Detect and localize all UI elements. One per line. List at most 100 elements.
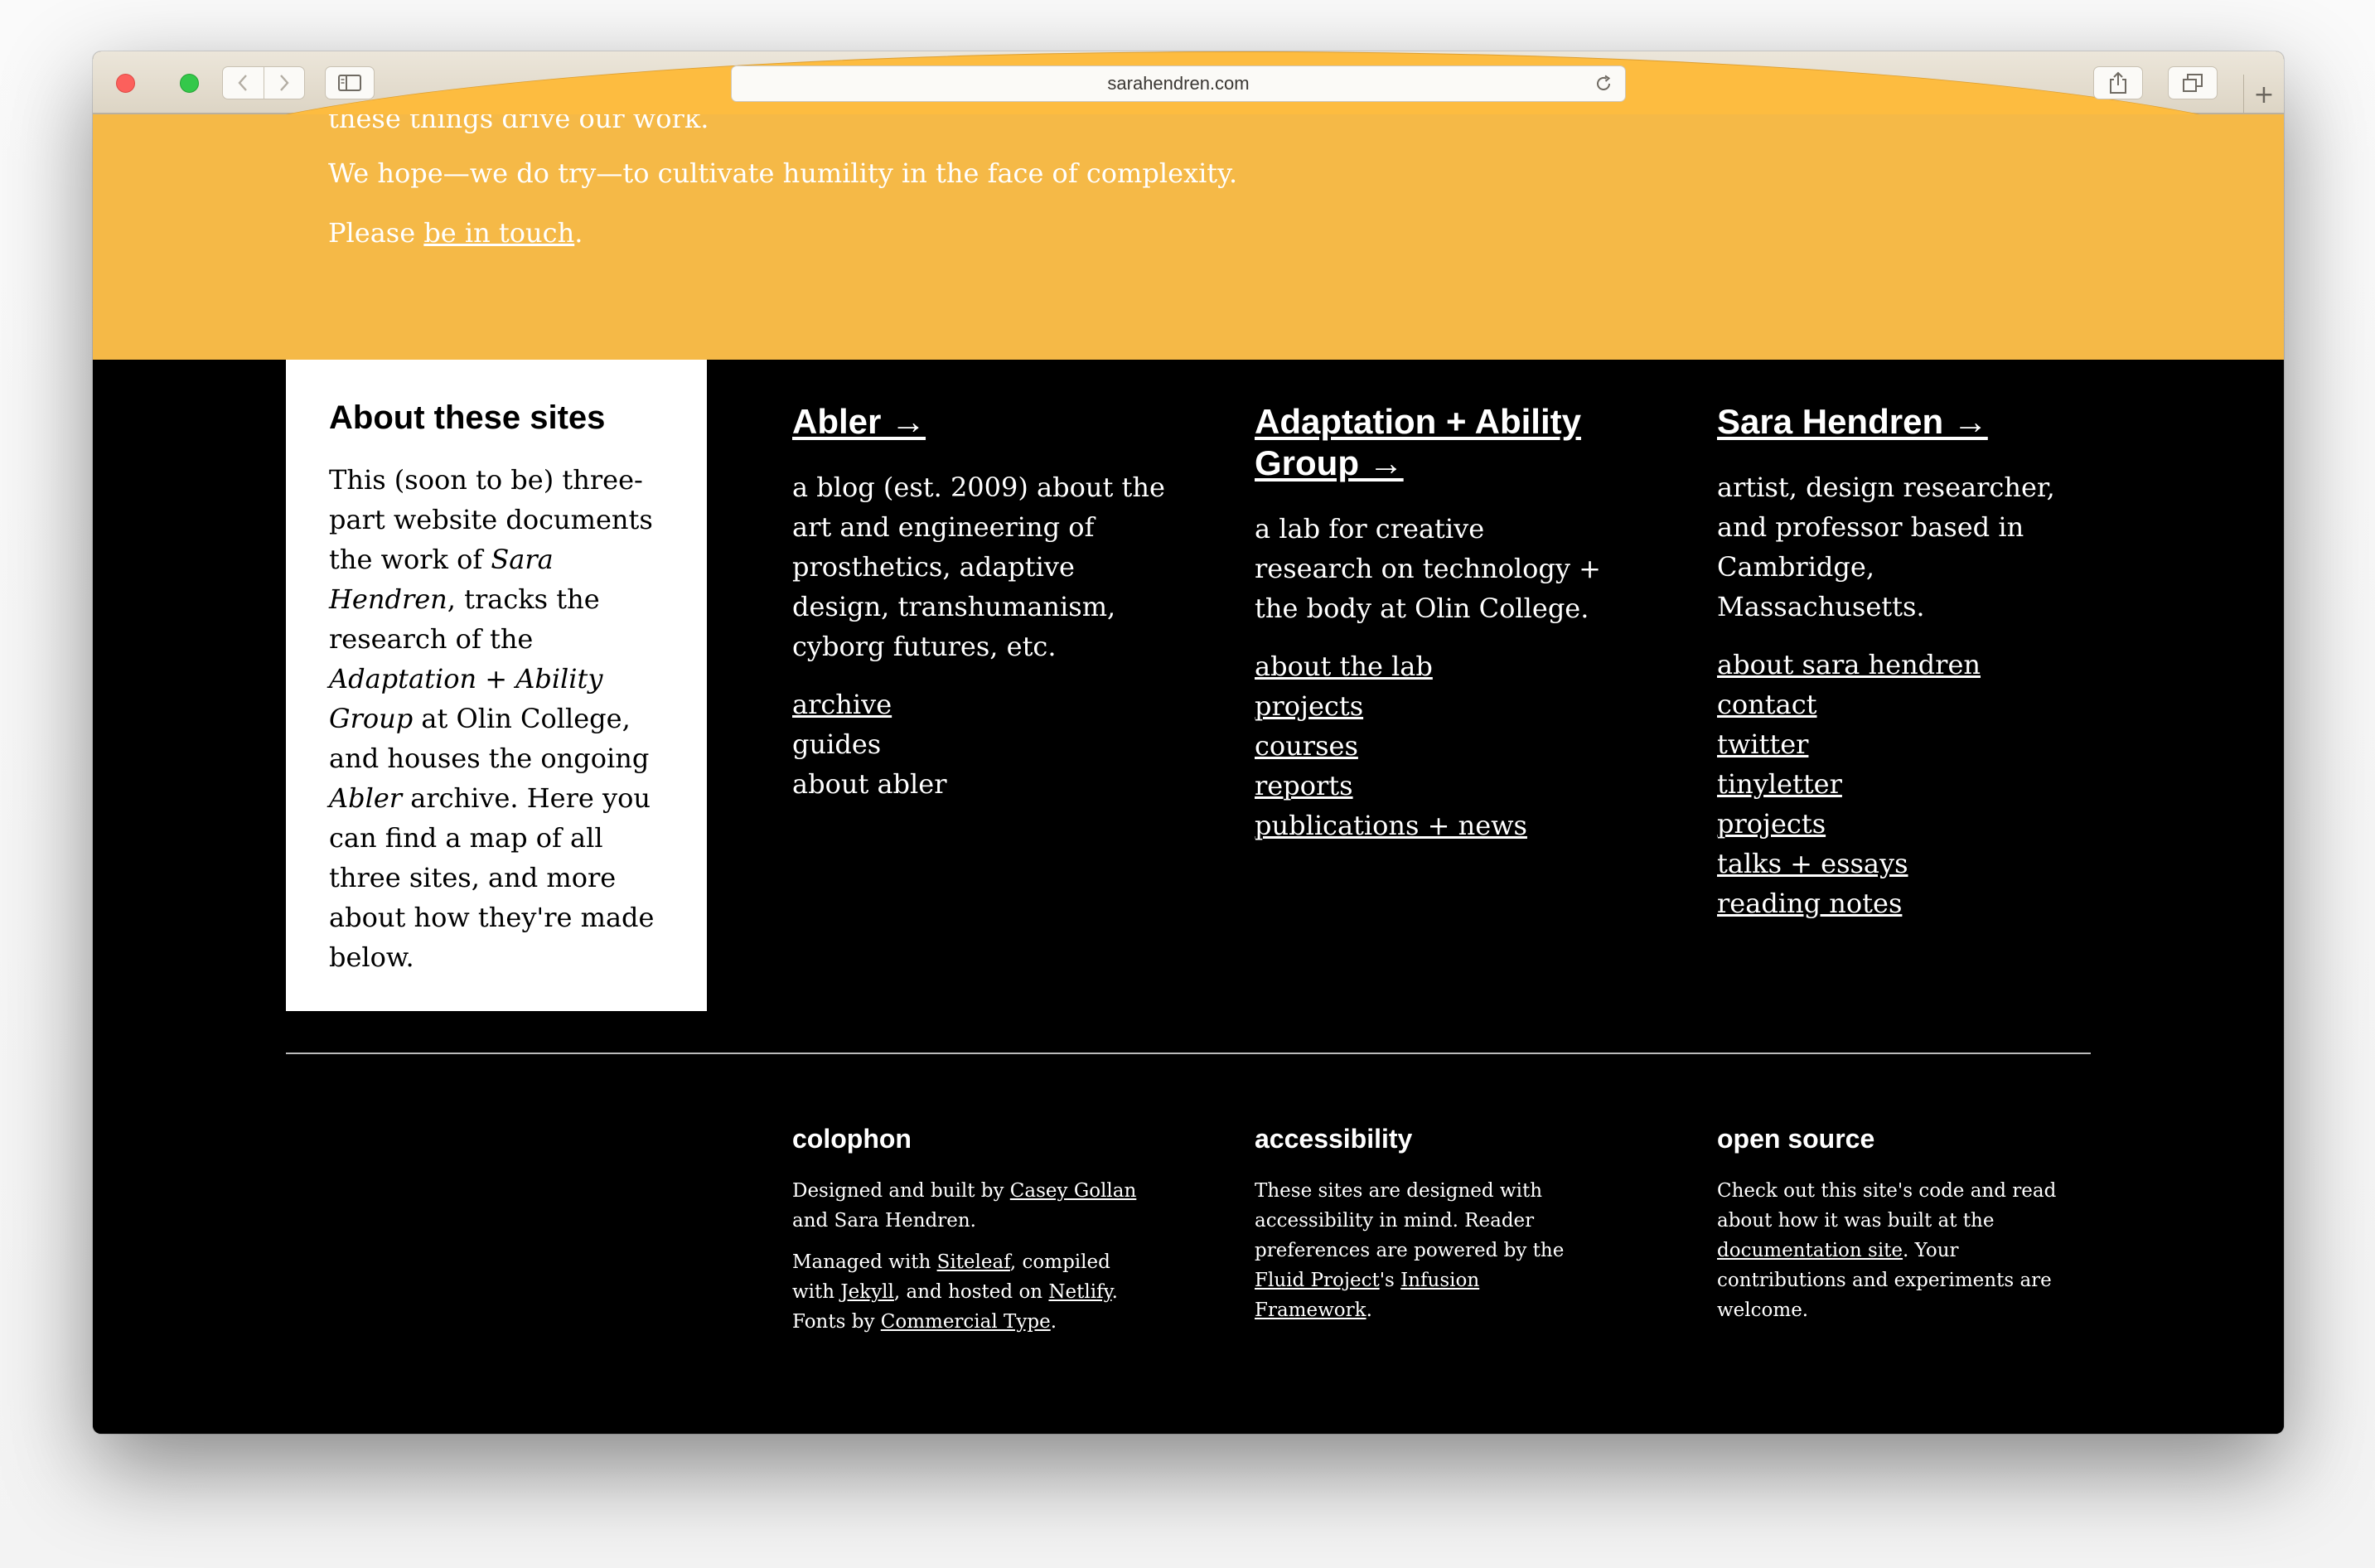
contact-line: Please be in touch. [328,217,583,249]
open-source-column: open source Check out this site's code a… [1717,1124,2065,1337]
list-item: about abler [792,764,1173,804]
footer-divider [286,1053,2091,1054]
chevron-left-icon [238,75,248,91]
lab-column: Adaptation + Ability Group → a lab for c… [1255,401,1603,845]
navigation-buttons [222,66,305,99]
sidebar-icon [338,75,361,91]
about-sara-hendren-link[interactable]: about sara hendren [1717,649,1981,680]
colophon-column: colophon Designed and built by Casey Gol… [792,1124,1157,1348]
list-item: publications + news [1255,806,1603,845]
accessibility-title: accessibility [1255,1124,1413,1154]
list-item: twitter [1717,724,2065,764]
url-text: sarahendren.com [1107,73,1250,94]
abler-description: a blog (est. 2009) about the art and eng… [792,472,1165,662]
be-in-touch-link[interactable]: be in touch [423,217,574,249]
list-item: reports [1255,766,1603,806]
close-window-button[interactable] [116,74,135,93]
siteleaf-link[interactable]: Siteleaf [937,1251,1010,1273]
accessibility-body: These sites are designed with accessibil… [1255,1180,1565,1261]
fluid-project-link[interactable]: Fluid Project [1255,1270,1380,1291]
list-item: projects [1717,804,2065,844]
sara-projects-link[interactable]: projects [1717,808,1826,840]
lab-title-link[interactable]: Adaptation + Ability Group → [1255,401,1603,484]
abler-title-link[interactable]: Abler → [792,401,1173,443]
colophon-credits: Designed and built by Casey Gollan and S… [792,1176,1157,1236]
back-button[interactable] [223,67,264,99]
lab-projects-link[interactable]: projects [1255,690,1363,722]
forward-button[interactable] [263,67,305,99]
sara-hendren-column: Sara Hendren → artist, design researcher… [1717,401,2065,923]
accessibility-column: accessibility These sites are designed w… [1255,1124,1586,1337]
sara-hendren-description: artist, design researcher, and professor… [1717,472,2055,622]
open-source-text: Check out this site's code and read abou… [1717,1176,2065,1325]
lab-links: about the lab projects courses reports p… [1255,646,1603,845]
contact-link[interactable]: contact [1717,689,1817,720]
chevron-right-icon [279,75,289,91]
colophon-text: . [1050,1311,1057,1333]
address-bar[interactable]: sarahendren.com [731,65,1626,102]
partial-text-line: these things drive our work. [328,114,709,134]
list-item: projects [1255,686,1603,726]
desktop-background: sarahendren.com + these things drive our… [0,0,2375,1568]
browser-window: sarahendren.com + these things drive our… [93,51,2284,1434]
twitter-link[interactable]: twitter [1717,728,1808,760]
list-item: about sara hendren [1717,645,2065,685]
list-item: contact [1717,685,2065,724]
reports-link[interactable]: reports [1255,770,1353,801]
courses-link[interactable]: courses [1255,730,1358,762]
reading-notes-link[interactable]: reading notes [1717,888,1902,919]
tabs-icon [2183,74,2203,92]
colophon-text: Managed with [792,1251,937,1273]
publications-news-link[interactable]: publications + news [1255,810,1527,841]
tinyletter-link[interactable]: tinyletter [1717,768,1842,800]
about-sites-card: About these sites This (soon to be) thre… [286,360,707,1011]
plus-icon: + [2253,80,2275,109]
about-sites-title: About these sites [329,399,606,436]
sidebar-button[interactable] [325,66,375,99]
sites-map-footer: About these sites This (soon to be) thre… [93,360,2284,1434]
abler-column: Abler → a blog (est. 2009) about the art… [792,401,1173,804]
tabs-overview-button[interactable] [2168,66,2218,99]
netlify-link[interactable]: Netlify [1048,1281,1111,1303]
list-item: talks + essays [1717,844,2065,883]
colophon-text: and Sara Hendren. [792,1210,976,1232]
about-abler-item: about abler [792,768,947,800]
accessibility-body: . [1366,1299,1372,1321]
humility-statement: We hope—we do try—to cultivate humility … [328,157,1238,189]
reload-icon[interactable] [1594,74,1613,94]
contact-prefix: Please [328,217,424,249]
list-item: courses [1255,726,1603,766]
list-item: guides [792,724,1173,764]
jekyll-link[interactable]: Jekyll [840,1281,893,1303]
new-tab-button[interactable]: + [2243,75,2284,114]
talks-essays-link[interactable]: talks + essays [1717,848,1908,879]
list-item: reading notes [1717,883,2065,923]
documentation-site-link[interactable]: documentation site [1717,1240,1903,1261]
about-sites-body: This (soon to be) three-part website doc… [329,460,679,977]
abler-links: archive guides about abler [792,685,1173,804]
colophon-text: , and hosted on [893,1281,1049,1303]
contact-suffix: . [574,217,583,249]
lab-description: a lab for creative research on technolog… [1255,513,1601,624]
open-source-body: Check out this site's code and read abou… [1717,1180,2057,1232]
accessibility-body: 's [1379,1270,1401,1291]
zoom-window-button[interactable] [180,74,199,93]
share-button[interactable] [2093,66,2143,99]
colophon-tools: Managed with Siteleaf, compiled with Jek… [792,1247,1157,1337]
casey-gollan-link[interactable]: Casey Gollan [1010,1180,1137,1202]
sara-hendren-title-link[interactable]: Sara Hendren → [1717,401,2065,443]
guides-item: guides [792,728,882,760]
mission-section: these things drive our work. We hope—we … [93,114,2284,360]
list-item: archive [792,685,1173,724]
browser-toolbar: sarahendren.com + [93,51,2284,297]
web-page: these things drive our work. We hope—we … [93,114,2284,1434]
open-source-title: open source [1717,1124,1875,1154]
colophon-text: Designed and built by [792,1180,1010,1202]
commercial-type-link[interactable]: Commercial Type [881,1311,1051,1333]
about-the-lab-link[interactable]: about the lab [1255,651,1433,682]
about-emphasis: Abler [329,782,403,814]
accessibility-text: These sites are designed with accessibil… [1255,1176,1586,1325]
archive-link[interactable]: archive [792,689,892,720]
share-icon [2110,71,2126,94]
sara-hendren-links: about sara hendren contact twitter tinyl… [1717,645,2065,923]
